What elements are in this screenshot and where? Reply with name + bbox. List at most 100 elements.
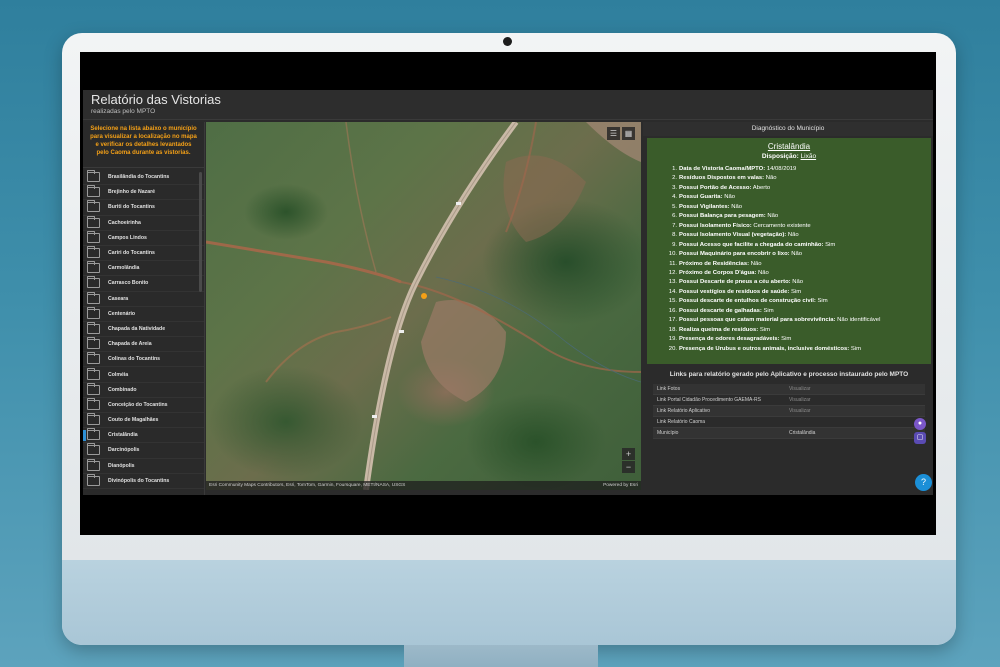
diagnostic-item-value: Não bbox=[767, 213, 779, 220]
diagnostic-item: 8. Possui Isolamento Visual (vegetação): … bbox=[667, 231, 923, 240]
powered-by-esri[interactable]: Powered by Esri bbox=[603, 481, 638, 490]
links-row-link[interactable]: Visualizar bbox=[789, 397, 811, 403]
diagnostic-list: 1. Data de Vistoria Caoma/MPTO: 14/08/201… bbox=[655, 165, 923, 354]
municipality-list: Brasilândia do Tocantins Brejinho de Naza… bbox=[83, 170, 204, 489]
sidebar-item-campos-lindos[interactable]: Campos Lindos bbox=[83, 230, 204, 246]
map-toolbar: ☰ ▦ bbox=[607, 127, 635, 140]
zoom-out-button[interactable]: − bbox=[622, 461, 635, 473]
diagnostic-item-number: 11. bbox=[669, 260, 677, 267]
sidebar-item-cristalandia[interactable]: Cristalândia bbox=[83, 428, 204, 444]
links-row-link[interactable]: Visualizar bbox=[789, 408, 811, 414]
diagnostic-item-label: Próximo de Corpos D'água: bbox=[679, 269, 757, 276]
diagnostic-item: 5. Possui Vigilantes: Não bbox=[667, 203, 923, 212]
folder-icon bbox=[87, 413, 100, 426]
disposition: Disposição: Lixão bbox=[655, 152, 923, 161]
diagnostic-item-label: Possui Isolamento Visual (vegetação): bbox=[679, 232, 787, 239]
sidebar-item-cachoeirinha[interactable]: Cachoeirinha bbox=[83, 215, 204, 231]
sidebar-item-chapada-da-natividade[interactable]: Chapada da Natividade bbox=[83, 321, 204, 338]
share-icon[interactable]: ▢ bbox=[914, 432, 926, 444]
diagnostic-item-label: Possui Balança para pesagem: bbox=[679, 213, 766, 220]
sidebar-item-label: Chapada da Natividade bbox=[108, 325, 166, 332]
map-attribution: Esri Community Maps Contributors, Esri, … bbox=[206, 481, 641, 490]
sidebar-item-label: Divinópolis do Tocantins bbox=[108, 477, 170, 484]
folder-icon bbox=[87, 261, 100, 274]
links-row: Link Fotos Visualizar bbox=[653, 384, 925, 395]
basemap-gallery-icon[interactable]: ▦ bbox=[622, 127, 635, 140]
sidebar-item-dianopolis[interactable]: Dianópolis bbox=[83, 458, 204, 474]
folder-icon bbox=[87, 185, 100, 198]
folder-icon bbox=[87, 291, 100, 304]
diagnostic-item-label: Possui Descarte de pneus a céu aberto: bbox=[679, 279, 791, 286]
sidebar-item-colinas-do-tocantins[interactable]: Colinas do Tocantins bbox=[83, 352, 204, 368]
diagnostic-item: 3. Possui Portão de Acesso: Aberto bbox=[667, 184, 923, 193]
diagnostic-item-value: Não identificável bbox=[837, 317, 881, 324]
diagnostic-item: 11. Próximo de Residências: Não bbox=[667, 260, 923, 269]
sidebar-item-couto-de-magalhaes[interactable]: Couto de Magalhães bbox=[83, 413, 204, 429]
sidebar-instructions: Selecione na lista abaixo o município pa… bbox=[83, 122, 204, 168]
diagnostic-item: 17. Possui pessoas que catam material par… bbox=[667, 316, 923, 325]
sidebar-item-label: Colinas do Tocantins bbox=[108, 356, 161, 363]
diagnostic-item-value: Não bbox=[765, 175, 777, 182]
sidebar-item-darcinopolis[interactable]: Darcinópolis bbox=[83, 443, 204, 459]
monitor-stand bbox=[404, 645, 598, 667]
sidebar-item-buriti-do-tocantins[interactable]: Buriti do Tocantins bbox=[83, 200, 204, 216]
sidebar-item-caseara[interactable]: Caseara bbox=[83, 291, 204, 307]
folder-icon bbox=[87, 337, 100, 350]
chat-icon[interactable]: ● bbox=[914, 418, 926, 430]
links-row-link[interactable]: Visualizar bbox=[789, 386, 811, 392]
disposition-value: Lixão bbox=[800, 153, 817, 160]
sidebar-item-label: Darcinópolis bbox=[108, 447, 140, 454]
folder-icon bbox=[87, 473, 100, 486]
zoom-in-button[interactable]: + bbox=[622, 448, 635, 460]
diagnostic-item-number: 20. bbox=[668, 345, 677, 352]
help-button[interactable]: ? bbox=[915, 474, 932, 491]
sidebar-item-conceicao-do-tocantins[interactable]: Conceição do Tocantins bbox=[83, 397, 204, 413]
links-table: Link Fotos Visualizar Link Portal Cidadão … bbox=[653, 384, 925, 439]
sidebar-item-carmolandia[interactable]: Carmolândia bbox=[83, 261, 204, 277]
sidebar-item-cariri-do-tocantins[interactable]: Cariri do Tocantins bbox=[83, 246, 204, 262]
sidebar-item-brejinho-de-nazare[interactable]: Brejinho de Nazaré bbox=[83, 185, 204, 201]
diagnostic-item: 10. Possui Maquinário para encobrir o lix… bbox=[667, 250, 923, 259]
sidebar-item-label: Caseara bbox=[108, 295, 129, 302]
sidebar-item-chapada-de-areia[interactable]: Chapada de Areia bbox=[83, 337, 204, 353]
sidebar-item-colmeia[interactable]: Colméia bbox=[83, 367, 204, 383]
diagnostic-item: 4. Possui Guarita: Não bbox=[667, 193, 923, 202]
sidebar-item-centenario[interactable]: Centenário bbox=[83, 306, 204, 322]
city-name: Cristalândia bbox=[767, 142, 811, 151]
app-window: Relatório das Vistorias realizadas pelo … bbox=[83, 90, 933, 495]
sidebar-item-divinopolis-do-tocantins[interactable]: Divinópolis do Tocantins bbox=[83, 473, 204, 489]
folder-icon bbox=[87, 306, 100, 319]
sidebar-item-brasilandia-do-tocantins[interactable]: Brasilândia do Tocantins bbox=[83, 170, 204, 186]
diagnostic-item-label: Possui Guarita: bbox=[679, 194, 723, 201]
links-row-key: Link Portal Cidadão Procedimento GAEMA-R… bbox=[657, 397, 761, 403]
layer-list-icon[interactable]: ☰ bbox=[607, 127, 620, 140]
sidebar-item-label: Carrasco Bonito bbox=[108, 280, 149, 287]
diagnostic-item: 20. Presença de Urubus e outros animais, … bbox=[667, 345, 923, 354]
links-row: Link Relatório Aplicativo Visualizar bbox=[653, 406, 925, 417]
diagnostic-item-value: Sim bbox=[790, 288, 802, 295]
attribution-text: Esri Community Maps Contributors, Esri, … bbox=[209, 483, 406, 488]
diagnostic-item-number: 7. bbox=[672, 222, 677, 229]
links-row-key: Município bbox=[657, 430, 679, 436]
diagnostic-item: 9. Possui Acesso que facilite a chegada d… bbox=[667, 241, 923, 250]
diagnostic-item: 15. Possui descarte de entulhos de constr… bbox=[667, 297, 923, 306]
folder-icon bbox=[87, 428, 100, 441]
diagnostic-item-number: 9. bbox=[672, 241, 677, 248]
diagnostic-item-value: Não bbox=[787, 232, 799, 239]
diagnostic-item-label: Próximo de Residências: bbox=[679, 260, 750, 267]
diagnostic-item-number: 4. bbox=[672, 194, 677, 201]
links-row-key: Link Relatório Caoma bbox=[657, 419, 706, 425]
sidebar-item-combinado[interactable]: Combinado bbox=[83, 382, 204, 398]
diagnostic-item: 18. Realiza queima de resíduos: Sim bbox=[667, 326, 923, 335]
folder-icon bbox=[87, 276, 100, 289]
diagnostic-item-value: Não bbox=[724, 194, 735, 201]
diagnostic-item: 16. Possui descarte de galhadas: Sim bbox=[667, 307, 923, 316]
sidebar-item-carrasco-bonito[interactable]: Carrasco Bonito bbox=[83, 276, 204, 292]
diagnostic-item-value: Cercamento existente bbox=[753, 222, 811, 229]
sidebar-scrollbar[interactable] bbox=[199, 172, 202, 292]
diagnostic-item-label: Data de Vistoria Caoma/MPTO: bbox=[679, 166, 766, 172]
map-view[interactable]: ☰ ▦ + − Esri Community Maps Contributors… bbox=[206, 122, 641, 490]
diagnostic-item-number: 3. bbox=[672, 184, 677, 191]
floating-actions: ● ▢ bbox=[914, 418, 926, 446]
map-imagery bbox=[206, 122, 641, 490]
